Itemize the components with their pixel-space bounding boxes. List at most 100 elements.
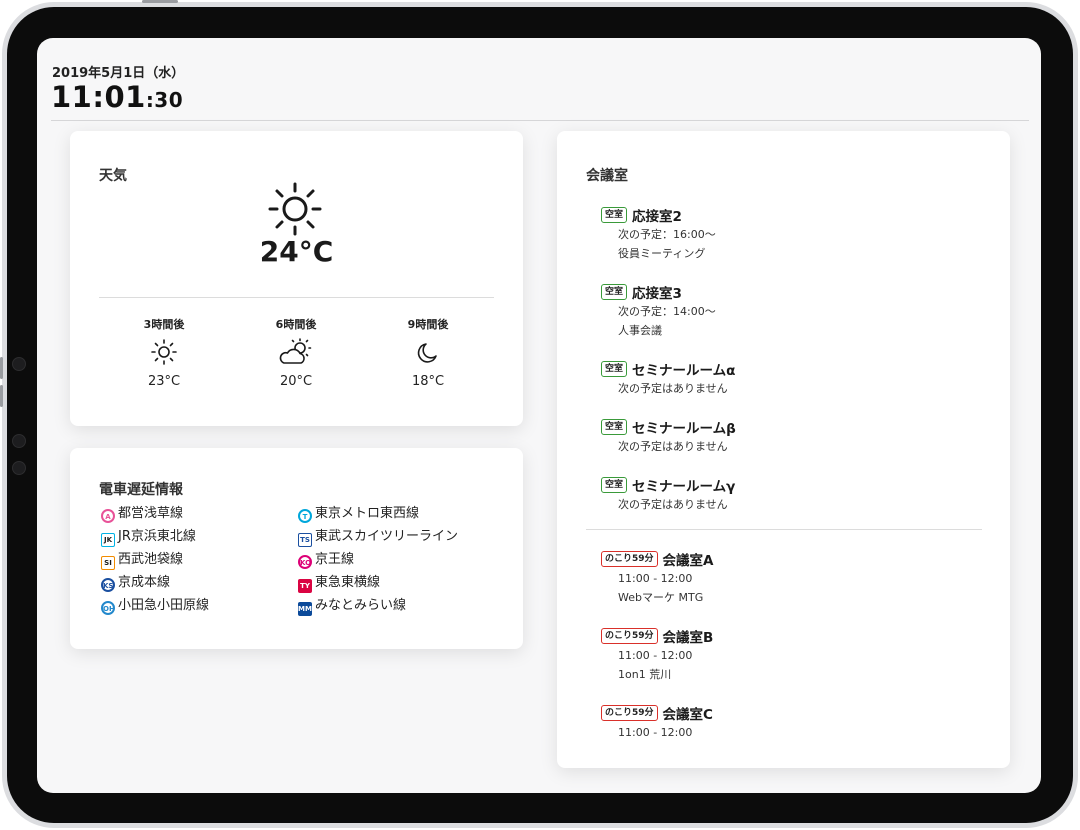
seibu-ikebukuro-line-icon: SI <box>101 556 115 570</box>
train-delay-card: 電車遅延情報 A 都営浅草線 T 東京メトロ東西線 JK JR京浜東北線 TS 東武スカ… <box>70 448 523 649</box>
current-time: 11:01:30 <box>51 80 183 114</box>
room-item[interactable]: 空室 セミナールームα 次の予定はありません <box>601 359 735 398</box>
room-next-schedule: 次の予定はありません <box>618 498 728 511</box>
train-line-name: 京王線 <box>315 552 355 567</box>
forecast-label: 9時間後 <box>407 318 449 331</box>
jr-keihin-tohoku-line-icon: JK <box>101 533 115 547</box>
train-delay-title: 電車遅延情報 <box>99 482 183 498</box>
room-time: 11:00 - 12:00 <box>618 649 693 662</box>
sensor-icon <box>12 434 26 448</box>
train-line: TS 東武スカイツリーライン <box>298 528 459 547</box>
train-line: JK JR京浜東北線 <box>101 528 196 547</box>
current-date: 2019年5月1日（水） <box>52 66 185 81</box>
metro-tozai-line-icon: T <box>298 509 312 523</box>
sun-icon <box>151 339 177 365</box>
room-detail: 役員ミーティング <box>618 247 706 260</box>
room-name: セミナールームβ <box>632 421 736 437</box>
room-item[interactable]: 空室 セミナールームβ 次の予定はありません <box>601 417 736 456</box>
room-item[interactable]: のこり59分 会議室A 11:00 - 12:00 Webマーケ MTG <box>601 549 713 607</box>
keio-line-icon: KO <box>298 555 312 569</box>
weather-card: 天気 24°C 3時間後 23°C 6時間後 20°C 9時間後 18°C <box>70 131 523 426</box>
weather-title: 天気 <box>99 168 127 184</box>
room-next-schedule: 次の予定はありません <box>618 440 728 453</box>
train-line-name: 東武スカイツリーライン <box>315 529 459 544</box>
room-next-schedule: 次の予定：14:00〜 <box>618 305 716 318</box>
keisei-main-line-icon: KS <box>101 578 115 592</box>
rooms-divider <box>586 529 982 530</box>
forecast-temperature: 18°C <box>411 374 445 389</box>
room-time: 11:00 - 12:00 <box>618 572 693 585</box>
camera-icon <box>12 357 26 371</box>
room-detail: 人事会議 <box>618 324 662 337</box>
time-hour-minute: 11:01 <box>51 80 146 114</box>
forecast-label: 3時間後 <box>143 318 185 331</box>
meeting-rooms-card: 会議室 空室 応接室2 次の予定：16:00〜 役員ミーティング 空室 応接室3 次… <box>557 131 1010 768</box>
remaining-time-tag: のこり59分 <box>601 705 658 721</box>
meeting-rooms-title: 会議室 <box>586 168 628 184</box>
time-seconds: :30 <box>145 88 184 112</box>
forecast-label: 6時間後 <box>275 318 317 331</box>
forecast-item: 3時間後 23°C <box>109 316 219 389</box>
toei-asakusa-line-icon: A <box>101 509 115 523</box>
forecast-item: 9時間後 18°C <box>373 316 483 389</box>
train-line-name: 東急東横線 <box>315 575 381 590</box>
train-line: MM みなとみらい線 <box>298 597 407 616</box>
room-name: セミナールームα <box>632 363 736 379</box>
room-item[interactable]: のこり59分 会議室C 11:00 - 12:00 <box>601 703 713 742</box>
vacant-tag: 空室 <box>601 284 628 300</box>
room-detail: Webマーケ MTG <box>618 591 704 604</box>
train-line: SI 西武池袋線 <box>101 551 184 570</box>
partly-cloudy-icon <box>279 338 312 364</box>
room-item[interactable]: 空室 セミナールームγ 次の予定はありません <box>601 475 735 514</box>
room-time: 11:00 - 12:00 <box>618 726 693 739</box>
room-name: 応接室3 <box>632 286 682 302</box>
vacant-tag: 空室 <box>601 361 628 377</box>
sun-icon <box>268 182 322 236</box>
room-next-schedule: 次の予定：16:00〜 <box>618 228 716 241</box>
train-line: KS 京成本線 <box>101 574 170 592</box>
minatomirai-line-icon: MM <box>298 602 312 616</box>
moon-icon <box>417 343 437 363</box>
train-line-name: 小田急小田原線 <box>118 598 210 613</box>
room-item[interactable]: のこり59分 会議室B 11:00 - 12:00 1on1 荒川 <box>601 626 713 684</box>
forecast-temperature: 23°C <box>147 374 181 389</box>
room-item[interactable]: 空室 応接室2 次の予定：16:00〜 役員ミーティング <box>601 205 716 263</box>
train-line-name: 西武池袋線 <box>118 552 184 567</box>
room-name: セミナールームγ <box>632 479 736 495</box>
room-next-schedule: 次の予定はありません <box>618 382 728 395</box>
train-line-name: みなとみらい線 <box>315 598 407 613</box>
volume-button <box>0 357 3 379</box>
forecast-temperature: 20°C <box>279 374 313 389</box>
train-line: A 都営浅草線 <box>101 505 183 523</box>
vacant-tag: 空室 <box>601 477 628 493</box>
forecast-item: 6時間後 20°C <box>241 316 351 389</box>
vacant-tag: 空室 <box>601 207 628 223</box>
train-line-name: 東京メトロ東西線 <box>315 506 420 521</box>
weather-divider <box>99 297 494 298</box>
train-line-name: JR京浜東北線 <box>118 529 196 544</box>
room-item[interactable]: 空室 応接室3 次の予定：14:00〜 人事会議 <box>601 282 716 340</box>
room-name: 応接室2 <box>632 209 682 225</box>
train-line: OH 小田急小田原線 <box>101 597 209 615</box>
train-line: T 東京メトロ東西線 <box>298 505 419 523</box>
odakyu-odawara-line-icon: OH <box>101 601 115 615</box>
sensor-icon <box>12 461 26 475</box>
room-detail: 1on1 荒川 <box>618 668 672 681</box>
train-line-name: 都営浅草線 <box>118 506 184 521</box>
volume-button <box>0 385 3 407</box>
tobu-skytree-line-icon: TS <box>298 533 312 547</box>
train-line: TY 東急東横線 <box>298 574 381 593</box>
room-name: 会議室C <box>662 707 713 723</box>
header-divider <box>51 120 1029 121</box>
tokyu-toyoko-line-icon: TY <box>298 579 312 593</box>
dashboard-screen: 2019年5月1日（水） 11:01:30 天気 24°C 3時間後 23°C … <box>37 38 1041 793</box>
train-line-name: 京成本線 <box>118 575 171 590</box>
remaining-time-tag: のこり59分 <box>601 628 658 644</box>
room-name: 会議室A <box>662 553 714 569</box>
room-name: 会議室B <box>662 630 714 646</box>
train-line: KO 京王線 <box>298 551 354 569</box>
top-button <box>142 0 178 3</box>
remaining-time-tag: のこり59分 <box>601 551 658 567</box>
vacant-tag: 空室 <box>601 419 628 435</box>
current-temperature: 24°C <box>259 235 334 268</box>
